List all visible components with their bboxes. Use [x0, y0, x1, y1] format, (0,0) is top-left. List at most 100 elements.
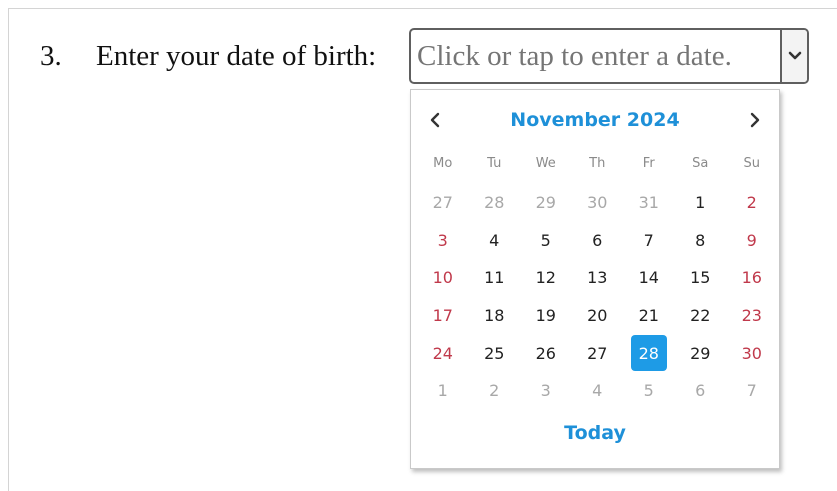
calendar-day-number: 31 [638, 193, 659, 213]
calendar-day[interactable]: 28 [469, 184, 521, 222]
calendar-day-number: 15 [690, 268, 711, 288]
calendar-day[interactable]: 14 [623, 259, 675, 297]
calendar-day[interactable]: 29 [675, 334, 727, 372]
date-input[interactable] [411, 30, 780, 82]
date-dropdown-button[interactable] [780, 30, 807, 82]
calendar-day-number: 26 [535, 343, 556, 363]
calendar-day[interactable]: 7 [623, 222, 675, 260]
calendar-day[interactable]: 18 [469, 297, 521, 335]
calendar-day[interactable]: 12 [520, 259, 572, 297]
calendar-day[interactable]: 19 [520, 297, 572, 335]
document-border-left [8, 8, 9, 491]
calendar-day-number: 6 [695, 381, 706, 401]
calendar-day[interactable]: 29 [520, 184, 572, 222]
calendar-day-number: 9 [746, 230, 757, 250]
calendar-day[interactable]: 2 [726, 184, 778, 222]
calendar-day-number: 28 [630, 335, 667, 372]
calendar-day[interactable]: 7 [726, 372, 778, 410]
calendar-day[interactable]: 27 [417, 184, 469, 222]
calendar-day-number: 20 [587, 306, 608, 326]
weekday-label: Su [743, 156, 761, 171]
question-text: Enter your date of birth: [96, 40, 377, 72]
calendar-day-number: 8 [695, 230, 706, 250]
calendar-day[interactable]: 5 [520, 222, 572, 260]
calendar-day[interactable]: 1 [417, 372, 469, 410]
calendar-day-number: 10 [432, 268, 453, 288]
calendar-day[interactable]: 8 [675, 222, 727, 260]
weekday-label: Tu [487, 156, 502, 171]
document-border-top [8, 8, 837, 9]
calendar-week-row: 24 25 26 27 28 29 30 [417, 334, 778, 372]
calendar-day[interactable]: 3 [520, 372, 572, 410]
calendar-day-number: 3 [540, 381, 551, 401]
calendar-day-number: 5 [540, 230, 551, 250]
calendar-week-row: 10 11 12 13 14 15 16 [417, 259, 778, 297]
calendar-day-number: 4 [592, 381, 603, 401]
question-prompt: 3. Enter your date of birth: [40, 38, 376, 74]
calendar-day-number: 27 [432, 193, 453, 213]
calendar-day[interactable]: 25 [469, 334, 521, 372]
calendar-day[interactable]: 6 [675, 372, 727, 410]
calendar-day-number: 14 [638, 268, 659, 288]
calendar-day[interactable]: 4 [572, 372, 624, 410]
calendar-day[interactable]: 1 [675, 184, 727, 222]
calendar-day-grid: 27 28 29 30 31 1 2 3 4 5 6 7 8 9 10 11 12 13 14 15 16 17 18 19 2… [417, 184, 778, 410]
calendar-day[interactable]: 16 [726, 259, 778, 297]
calendar-day[interactable]: 26 [520, 334, 572, 372]
calendar-day-number: 13 [587, 268, 608, 288]
calendar-day[interactable]: 13 [572, 259, 624, 297]
weekday-label: Mo [433, 156, 453, 171]
calendar-day[interactable]: 24 [417, 334, 469, 372]
calendar-header: November 2024 [411, 106, 779, 134]
calendar-day[interactable]: 9 [726, 222, 778, 260]
calendar-day-number: 1 [437, 381, 448, 401]
weekday-label: Fr [642, 156, 655, 171]
calendar-day-number: 24 [432, 343, 453, 363]
calendar-day-number: 7 [746, 381, 757, 401]
calendar-day[interactable]: 22 [675, 297, 727, 335]
chevron-right-icon [750, 112, 760, 128]
weekday-label: Th [589, 156, 606, 171]
calendar-popup: November 2024 Mo Tu We Th Fr Sa Su 27 28 2… [410, 89, 780, 469]
calendar-day[interactable]: 10 [417, 259, 469, 297]
question-number: 3. [40, 40, 62, 72]
calendar-day-number: 30 [741, 343, 762, 363]
calendar-week-row: 3 4 5 6 7 8 9 [417, 222, 778, 260]
calendar-day[interactable]: 17 [417, 297, 469, 335]
calendar-day[interactable]: 23 [726, 297, 778, 335]
calendar-day[interactable]: 30 [572, 184, 624, 222]
calendar-week-row: 1 2 3 4 5 6 7 [417, 372, 778, 410]
calendar-day[interactable]: 11 [469, 259, 521, 297]
calendar-day-number: 12 [535, 268, 556, 288]
calendar-day-number: 5 [643, 381, 654, 401]
calendar-day[interactable]: 30 [726, 334, 778, 372]
calendar-day[interactable]: 2 [469, 372, 521, 410]
calendar-day-number: 19 [535, 306, 556, 326]
calendar-day-number: 11 [484, 268, 505, 288]
calendar-day-number: 23 [741, 306, 762, 326]
month-year-label[interactable]: November 2024 [411, 106, 779, 134]
calendar-day[interactable]: 4 [469, 222, 521, 260]
calendar-week-row: 17 18 19 20 21 22 23 [417, 297, 778, 335]
weekday-header: Mo Tu We Th Fr Sa Su [417, 156, 778, 171]
calendar-day[interactable]: 15 [675, 259, 727, 297]
calendar-day[interactable]: 21 [623, 297, 675, 335]
calendar-day[interactable]: 5 [623, 372, 675, 410]
calendar-day[interactable]: 6 [572, 222, 624, 260]
calendar-day-number: 2 [489, 381, 500, 401]
calendar-day-number: 17 [432, 306, 453, 326]
calendar-day[interactable]: 3 [417, 222, 469, 260]
next-month-button[interactable] [741, 106, 769, 134]
calendar-day[interactable]: 31 [623, 184, 675, 222]
calendar-day[interactable]: 27 [572, 334, 624, 372]
calendar-day[interactable]: 20 [572, 297, 624, 335]
calendar-day-number: 16 [741, 268, 762, 288]
date-picker-control[interactable] [409, 28, 809, 84]
calendar-day-number: 2 [746, 193, 757, 213]
today-button[interactable]: Today [411, 420, 779, 446]
calendar-day-number: 7 [643, 230, 654, 250]
calendar-day-selected[interactable]: 28 [623, 334, 675, 372]
calendar-day-number: 28 [484, 193, 505, 213]
weekday-label: We [535, 156, 556, 171]
calendar-day-number: 18 [484, 306, 505, 326]
